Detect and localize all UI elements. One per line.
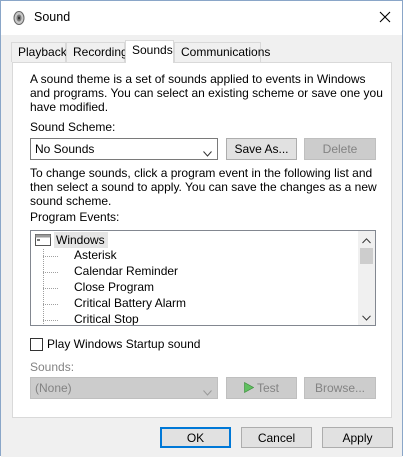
sounds-panel: A sound theme is a set of sounds applied… bbox=[12, 62, 392, 418]
list-item-label: Windows bbox=[54, 232, 108, 248]
close-button[interactable] bbox=[368, 1, 402, 35]
instructions-line-3: sound scheme. bbox=[30, 194, 112, 208]
tree-connector bbox=[43, 320, 59, 321]
chevron-up-icon bbox=[362, 233, 371, 247]
title-bar: Sound bbox=[1, 1, 402, 35]
list-item-windows[interactable]: Windows bbox=[34, 232, 108, 249]
sound-dialog: Sound Playback Recording Sounds Communic… bbox=[0, 0, 403, 457]
tab-recording[interactable]: Recording bbox=[66, 42, 128, 62]
tree-connector bbox=[43, 256, 59, 257]
test-label: Test bbox=[256, 381, 279, 395]
list-item[interactable]: Critical Battery Alarm bbox=[74, 296, 186, 312]
sounds-select[interactable]: (None) bbox=[30, 377, 218, 399]
scroll-up-button[interactable] bbox=[358, 231, 375, 248]
startup-sound-checkbox[interactable] bbox=[30, 338, 43, 351]
sound-scheme-label: Sound Scheme: bbox=[30, 120, 116, 134]
tree-connector bbox=[43, 288, 59, 289]
ok-button[interactable]: OK bbox=[160, 427, 231, 448]
startup-sound-label[interactable]: Play Windows Startup sound bbox=[47, 337, 200, 352]
delete-button[interactable]: Delete bbox=[304, 138, 376, 160]
speaker-icon bbox=[11, 10, 27, 26]
scroll-thumb[interactable] bbox=[360, 248, 373, 264]
intro-line-2: and programs. You can select an existing… bbox=[30, 86, 383, 100]
list-item[interactable]: Close Program bbox=[74, 280, 154, 296]
browse-button[interactable]: Browse... bbox=[304, 377, 376, 399]
program-events-list[interactable]: Windows Asterisk Calendar Reminder Close… bbox=[30, 230, 376, 326]
list-item[interactable]: Asterisk bbox=[74, 248, 117, 264]
tree-connector bbox=[43, 304, 59, 305]
tree-connector bbox=[43, 272, 59, 273]
intro-line-3: have modified. bbox=[30, 100, 109, 114]
cancel-button[interactable]: Cancel bbox=[241, 427, 312, 448]
close-icon bbox=[379, 11, 391, 26]
program-events-label: Program Events: bbox=[30, 210, 120, 224]
chevron-down-icon bbox=[203, 385, 212, 399]
sound-scheme-select[interactable]: No Sounds bbox=[30, 138, 218, 160]
intro-line-1: A sound theme is a set of sounds applied… bbox=[30, 72, 366, 86]
instructions-line-2: then select a sound to apply. You can sa… bbox=[30, 180, 377, 194]
apply-button[interactable]: Apply bbox=[322, 427, 393, 448]
list-scrollbar[interactable] bbox=[358, 231, 375, 325]
window-group-icon bbox=[35, 234, 51, 249]
chevron-down-icon bbox=[362, 310, 371, 324]
window-title: Sound bbox=[34, 10, 71, 24]
tree-connector bbox=[43, 249, 44, 325]
tab-playback[interactable]: Playback bbox=[11, 42, 67, 62]
list-item[interactable]: Calendar Reminder bbox=[74, 264, 178, 280]
chevron-down-icon bbox=[203, 146, 212, 160]
sounds-value: (None) bbox=[35, 381, 72, 395]
list-item[interactable]: Critical Stop bbox=[74, 312, 139, 325]
instructions-line-1: To change sounds, click a program event … bbox=[30, 166, 373, 180]
tab-communications[interactable]: Communications bbox=[174, 42, 270, 62]
sounds-label: Sounds: bbox=[30, 360, 75, 374]
sound-scheme-value: No Sounds bbox=[35, 142, 95, 156]
save-as-button[interactable]: Save As... bbox=[226, 138, 297, 160]
play-icon bbox=[244, 381, 255, 396]
tab-sounds[interactable]: Sounds bbox=[125, 40, 174, 63]
test-button[interactable]: Test bbox=[226, 377, 297, 399]
scroll-down-button[interactable] bbox=[358, 308, 375, 325]
